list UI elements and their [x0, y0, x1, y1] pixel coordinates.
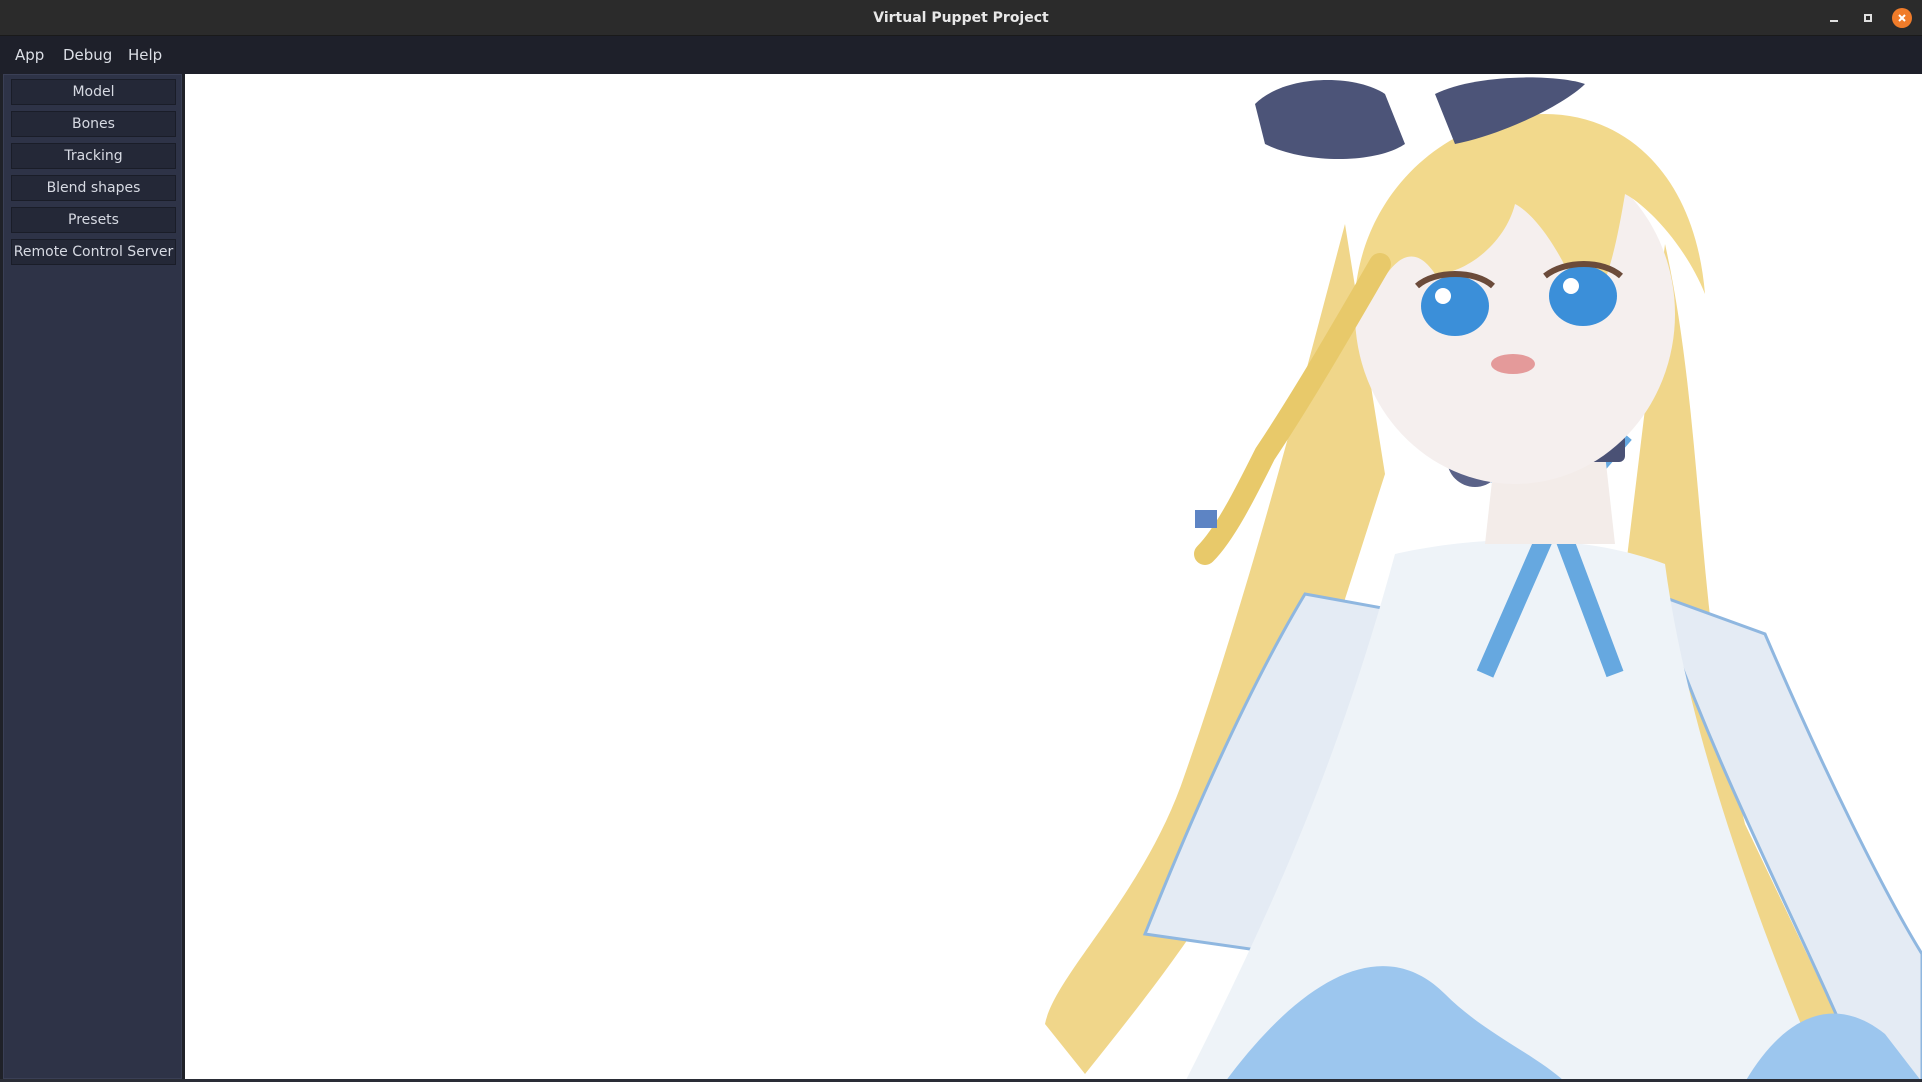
- right-eye-highlight: [1563, 278, 1579, 294]
- menu-debug[interactable]: Debug: [63, 36, 112, 74]
- left-eye: [1421, 276, 1489, 336]
- model-button[interactable]: Model: [11, 79, 176, 105]
- avatar-model: [1045, 77, 1922, 1082]
- menu-bar: App Debug Help: [0, 36, 1922, 74]
- menu-help[interactable]: Help: [128, 36, 162, 74]
- title-bar: Virtual Puppet Project: [0, 0, 1922, 36]
- close-button[interactable]: [1892, 8, 1912, 28]
- minimize-icon: [1830, 20, 1838, 22]
- menu-app[interactable]: App: [15, 36, 44, 74]
- remote-control-server-button[interactable]: Remote Control Server: [11, 239, 176, 265]
- left-eye-highlight: [1435, 288, 1451, 304]
- maximize-button[interactable]: [1858, 8, 1878, 28]
- bones-button[interactable]: Bones: [11, 111, 176, 137]
- tracking-button[interactable]: Tracking: [11, 143, 176, 169]
- blend-shapes-button[interactable]: Blend shapes: [11, 175, 176, 201]
- right-eye: [1549, 266, 1617, 326]
- sidebar-panel: Model Bones Tracking Blend shapes Preset…: [3, 74, 182, 1079]
- mouth: [1491, 354, 1535, 374]
- presets-button[interactable]: Presets: [11, 207, 176, 233]
- hair-bow-left: [1255, 80, 1405, 159]
- braid-tie: [1195, 510, 1217, 528]
- maximize-icon: [1864, 14, 1872, 22]
- close-icon: [1898, 14, 1906, 22]
- window-title: Virtual Puppet Project: [873, 10, 1049, 26]
- 3d-viewport[interactable]: [185, 74, 1922, 1082]
- minimize-button[interactable]: [1824, 8, 1844, 28]
